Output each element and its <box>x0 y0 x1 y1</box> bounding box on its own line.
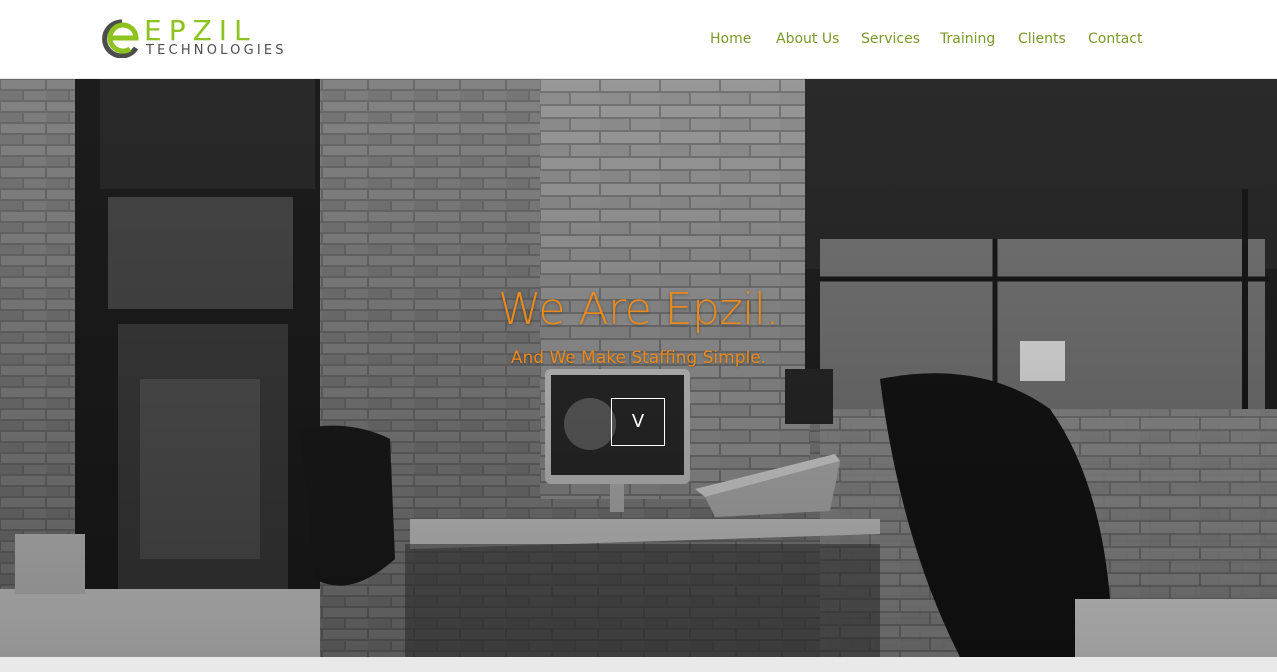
site-header: EPZIL TECHNOLOGIES Home About Us Service… <box>0 0 1277 79</box>
nav-home[interactable]: Home <box>710 30 751 48</box>
hero-section: We Are Epzil. And We Make Staffing Simpl… <box>0 79 1277 657</box>
nav-about-us[interactable]: About Us <box>776 30 839 48</box>
nav-clients[interactable]: Clients <box>1018 30 1066 48</box>
hero-title: We Are Epzil. <box>497 284 780 335</box>
logo[interactable]: EPZIL TECHNOLOGIES <box>100 16 310 62</box>
logo-wordmark: EPZIL <box>144 14 257 47</box>
logo-tagline: TECHNOLOGIES <box>146 43 287 58</box>
hero-subtitle: And We Make Staffing Simple. <box>510 348 767 368</box>
nav-contact[interactable]: Contact <box>1088 30 1142 48</box>
scroll-down-button[interactable]: V <box>611 398 665 446</box>
section-divider <box>0 657 1277 672</box>
epzil-logo-icon <box>102 19 139 58</box>
nav-services[interactable]: Services <box>861 30 920 48</box>
nav-training[interactable]: Training <box>940 30 995 48</box>
